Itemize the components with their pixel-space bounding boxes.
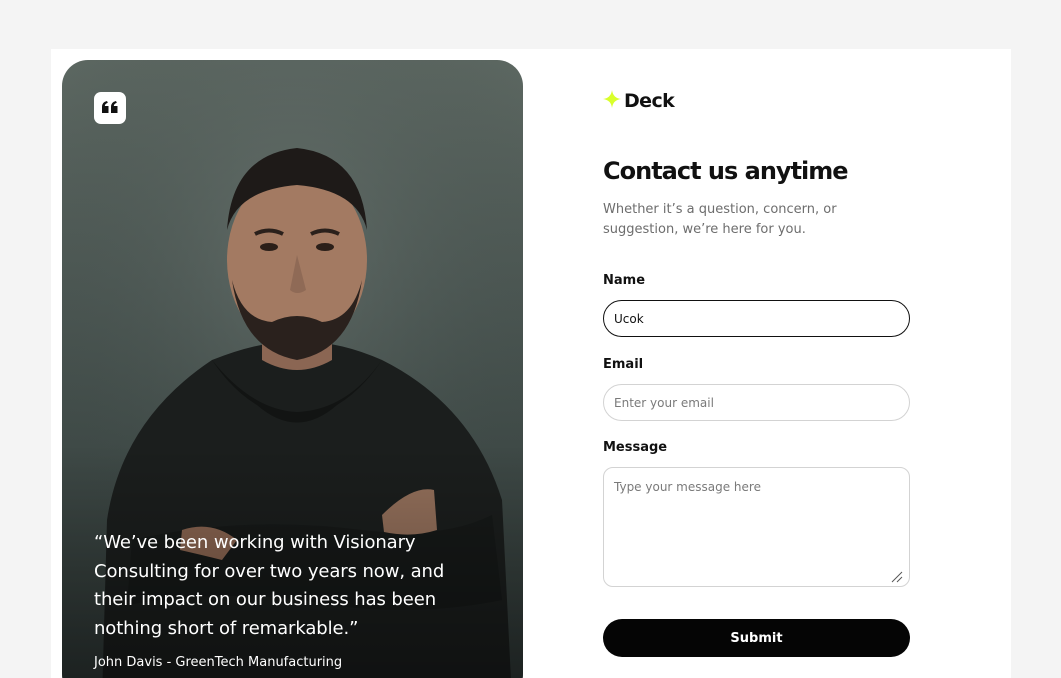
- email-label: Email: [603, 357, 644, 372]
- brand-logo[interactable]: Deck: [603, 90, 675, 112]
- testimonial-photo-panel: “We’ve been working with Visionary Consu…: [62, 60, 523, 678]
- quote-badge: [94, 92, 126, 124]
- name-field[interactable]: [603, 300, 910, 337]
- page-title: Contact us anytime: [603, 157, 849, 185]
- contact-form: Deck Contact us anytime Whether it’s a q…: [603, 49, 933, 678]
- email-field[interactable]: [603, 384, 910, 421]
- submit-button[interactable]: Submit: [603, 619, 910, 657]
- testimonial-quote: “We’ve been working with Visionary Consu…: [94, 532, 445, 639]
- message-label: Message: [603, 440, 668, 455]
- sparkle-star-icon: [603, 90, 621, 112]
- quote-icon: [101, 99, 119, 118]
- name-label: Name: [603, 273, 646, 288]
- resize-handle-icon[interactable]: [891, 568, 903, 583]
- contact-card: “We’ve been working with Visionary Consu…: [51, 49, 1011, 678]
- testimonial-author: John Davis - GreenTech Manufacturing: [94, 655, 343, 670]
- page-subtitle: Whether it’s a question, concern, or sug…: [603, 202, 837, 237]
- brand-name: Deck: [624, 90, 675, 112]
- message-field[interactable]: [603, 467, 910, 587]
